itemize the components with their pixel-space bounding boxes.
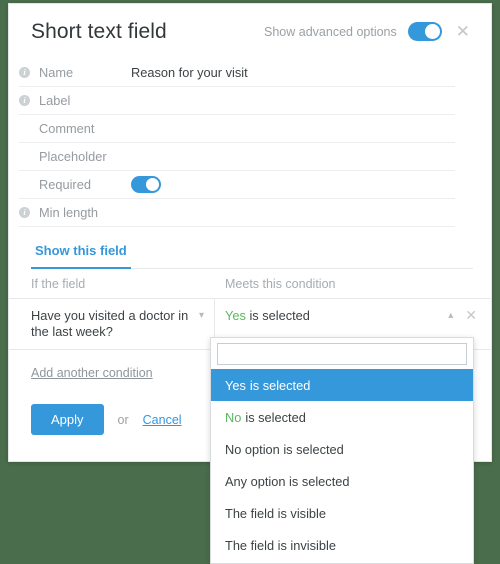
property-label: Placeholder	[39, 149, 107, 164]
condition-value-suffix: is selected	[245, 308, 310, 323]
dropdown-search-box[interactable]	[217, 343, 467, 365]
property-label: Required	[39, 177, 91, 192]
property-row-comment: Comment	[19, 115, 455, 143]
properties-list: i Name Reason for your visit i Label Com…	[9, 59, 491, 227]
option-rest: is selected	[245, 409, 306, 425]
property-label: Name	[39, 65, 74, 80]
option-rest: No option is selected	[225, 441, 344, 457]
condition-value-option: Yes	[225, 308, 246, 323]
card-header: Short text field Show advanced options ✕	[9, 4, 491, 59]
condition-options-dropdown: Yes is selected No is selected No option…	[210, 337, 474, 564]
property-row-label: i Label	[19, 87, 455, 115]
option-prefix: Yes	[225, 377, 246, 393]
column-header-if-the-field: If the field	[31, 276, 86, 291]
property-row-required: Required	[19, 171, 455, 199]
remove-condition-icon[interactable]: ✕	[465, 308, 477, 322]
condition-field-cell[interactable]: Have you visited a doctor in the last we…	[9, 299, 215, 349]
dropdown-options-list: Yes is selected No is selected No option…	[211, 369, 473, 563]
option-rest: The field is invisible	[225, 537, 336, 553]
dropdown-option-no-is-selected[interactable]: No is selected	[211, 401, 473, 433]
add-another-condition-link[interactable]: Add another condition	[31, 366, 153, 380]
info-icon[interactable]: i	[19, 207, 30, 218]
dropdown-option-any-option-is-selected[interactable]: Any option is selected	[211, 465, 473, 497]
required-toggle[interactable]	[131, 176, 161, 193]
column-header-meets-this-condition: Meets this condition	[225, 276, 336, 291]
chevron-up-icon[interactable]: ▴	[448, 310, 453, 321]
apply-button[interactable]: Apply	[31, 404, 104, 435]
info-icon[interactable]: i	[19, 67, 30, 78]
info-icon-placeholder	[19, 151, 30, 162]
info-icon[interactable]: i	[19, 95, 30, 106]
property-row-placeholder: Placeholder	[19, 143, 455, 171]
advanced-options-label: Show advanced options	[264, 24, 397, 39]
page-title: Short text field	[31, 19, 167, 43]
property-row-name: i Name Reason for your visit	[19, 59, 455, 87]
condition-value-label: Yes is selected	[225, 308, 442, 323]
info-icon-placeholder	[19, 179, 30, 190]
property-label: Min length	[39, 205, 99, 220]
info-icon-placeholder	[19, 123, 30, 134]
toggle-knob	[146, 178, 159, 191]
dropdown-option-no-option-is-selected[interactable]: No option is selected	[211, 433, 473, 465]
property-label: Comment	[39, 121, 95, 136]
chevron-down-icon[interactable]: ▾	[199, 310, 204, 321]
tab-show-this-field[interactable]: Show this field	[31, 243, 131, 269]
tabs-bar: Show this field	[31, 243, 473, 269]
dropdown-option-the-field-is-visible[interactable]: The field is visible	[211, 497, 473, 529]
property-label: Label	[39, 93, 71, 108]
dropdown-option-the-field-is-invisible[interactable]: The field is invisible	[211, 529, 473, 561]
dropdown-option-yes-is-selected[interactable]: Yes is selected	[211, 369, 473, 401]
condition-field-label: Have you visited a doctor in the last we…	[31, 308, 189, 339]
advanced-options-toggle[interactable]	[407, 22, 442, 41]
close-icon[interactable]: ✕	[453, 21, 473, 42]
header-actions: Show advanced options ✕	[264, 21, 473, 42]
cancel-link[interactable]: Cancel	[143, 413, 182, 427]
dropdown-search-input[interactable]	[224, 347, 460, 361]
toggle-knob	[424, 24, 440, 39]
property-row-min-length: i Min length	[19, 199, 455, 227]
name-field-value[interactable]: Reason for your visit	[131, 65, 248, 80]
option-rest: is selected	[249, 377, 311, 393]
option-rest: The field is visible	[225, 505, 326, 521]
option-rest: Any option is selected	[225, 473, 350, 489]
option-prefix: No	[225, 409, 242, 425]
or-label: or	[117, 412, 129, 427]
conditions-table-header: If the field Meets this condition	[9, 269, 491, 299]
